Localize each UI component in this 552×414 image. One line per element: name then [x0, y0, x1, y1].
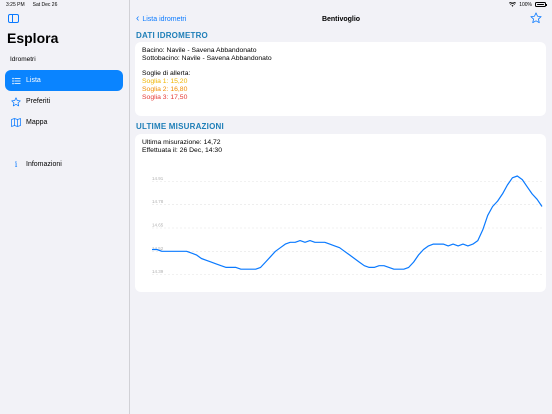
y-tick-label: 14.91 [152, 176, 164, 181]
page-title: Bentivoglio [321, 15, 361, 23]
sidebar-item-label: Preferiti [26, 98, 51, 105]
sidebar-title: Esplora [7, 30, 59, 46]
status-date: Sat Dec 26 [32, 1, 58, 8]
misurazioni-card: Ultima misurazione: 14,72 Effettuata il:… [135, 134, 546, 292]
detail-pane: ‹ Lista idrometri Bentivoglio DATI IDROM… [130, 0, 552, 414]
battery-icon [535, 2, 547, 7]
soglia-2: Soglia 2: 16,80 [142, 86, 188, 93]
sidebar-item-label: Infomazioni [26, 161, 62, 168]
navigation-bar: ‹ Lista idrometri Bentivoglio [130, 9, 552, 29]
y-tick-label: 14.39 [152, 269, 164, 274]
y-tick-label: 14.78 [152, 199, 164, 204]
sidebar-list: Lista Preferiti Mappa [5, 70, 123, 133]
sottobacino-text: Sottobacino: Navile - Savena Abbandonato [142, 55, 272, 62]
soglia-1: Soglia 1: 15,20 [142, 78, 188, 85]
sidebar-item-preferiti[interactable]: Preferiti [5, 91, 123, 112]
battery-percent: 100% [519, 1, 532, 8]
info-icon: i [14, 160, 18, 169]
effettuata-text: Effettuata il: 26 Dec, 14:30 [142, 147, 222, 154]
map-icon [11, 118, 21, 128]
chevron-left-icon: ‹ [136, 13, 140, 24]
sidebar-item-infomazioni[interactable]: i Infomazioni [5, 154, 123, 175]
water-level-chart: 14.9114.7814.6514.5214.39 [152, 175, 543, 275]
ultima-misurazione-text: Ultima misurazione: 14,72 [142, 139, 221, 146]
soglia-3: Soglia 3: 17,50 [142, 94, 188, 101]
series-line [152, 175, 543, 270]
back-button-label: Lista idrometri [142, 15, 187, 23]
sidebar: Esplora Idrometri Lista Preferiti Mappa … [0, 0, 130, 414]
sidebar-item-label: Lista [26, 77, 41, 84]
back-button[interactable]: ‹ Lista idrometri [136, 14, 186, 24]
bacino-text: Bacino: Navile - Savena Abbandonato [142, 47, 257, 54]
sidebar-toggle-icon[interactable] [8, 14, 19, 23]
wifi-icon [509, 2, 517, 7]
status-time: 3:25 PM [6, 1, 25, 8]
status-bar: 3:25 PM Sat Dec 26 100% [0, 0, 552, 9]
section-heading-misurazioni: ULTIME MISURAZIONI [136, 122, 224, 131]
soglie-label: Soglie di allerta: [142, 70, 191, 77]
list-icon [11, 76, 21, 86]
sidebar-item-label: Mappa [26, 119, 48, 126]
sidebar-section-label: Idrometri [10, 56, 36, 63]
star-icon [11, 96, 21, 107]
sidebar-info: i Infomazioni [5, 154, 123, 175]
sidebar-item-mappa[interactable]: Mappa [5, 112, 123, 133]
favorite-star-icon[interactable] [530, 12, 542, 24]
sidebar-item-lista[interactable]: Lista [5, 70, 123, 91]
dati-card: Bacino: Navile - Savena Abbandonato Sott… [135, 42, 546, 116]
section-heading-dati: DATI IDROMETRO [136, 31, 208, 40]
y-tick-label: 14.65 [152, 223, 164, 228]
